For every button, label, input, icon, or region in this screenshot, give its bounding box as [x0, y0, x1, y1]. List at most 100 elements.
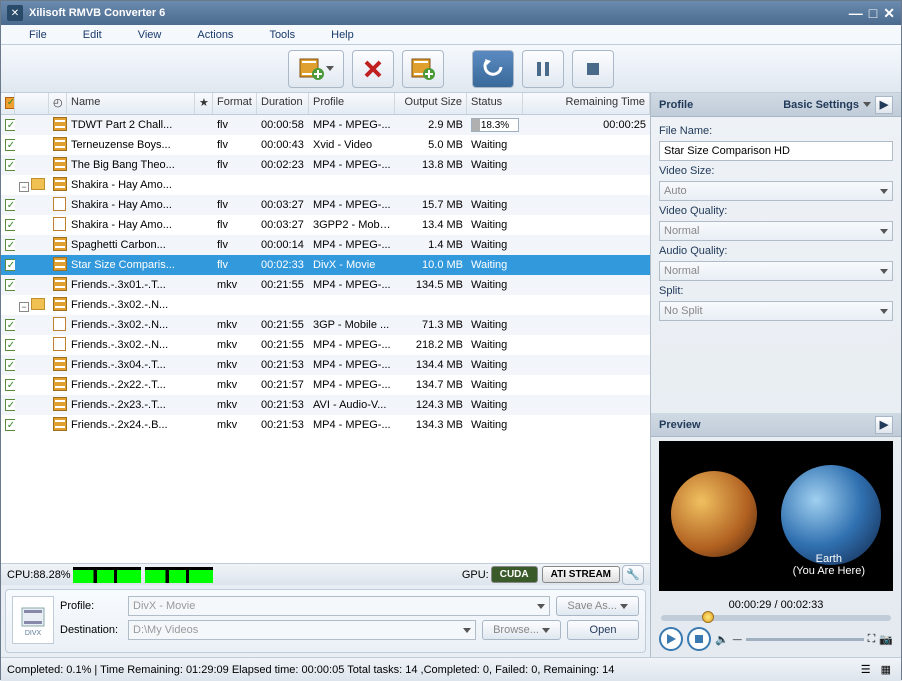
file-list-pane: ✓ ◴ Name ★ Format Duration Profile Outpu…: [1, 93, 651, 657]
minimize-icon[interactable]: —: [849, 5, 863, 22]
preview-toggle-icon[interactable]: ▶: [875, 416, 893, 434]
preview-header: Preview ▶: [651, 413, 901, 437]
profile-mode[interactable]: Basic Settings: [783, 99, 859, 111]
profile-title: Profile: [659, 99, 693, 111]
profile-combo[interactable]: DivX - Movie: [128, 596, 550, 616]
table-row[interactable]: ✓Shakira - Hay Amo...flv00:03:27MP4 - MP…: [1, 195, 650, 215]
table-row[interactable]: −Friends.-.3x02.-.N...: [1, 295, 650, 315]
table-row[interactable]: ✓Friends.-.2x23.-.T...mkv00:21:53AVI - A…: [1, 395, 650, 415]
menu-actions[interactable]: Actions: [179, 29, 251, 41]
table-row[interactable]: ✓Friends.-.2x22.-.T...mkv00:21:57MP4 - M…: [1, 375, 650, 395]
col-checkbox[interactable]: ✓: [1, 93, 15, 114]
list-view-icon[interactable]: ☰: [857, 663, 875, 676]
convert-button[interactable]: [472, 50, 514, 88]
split-label: Split:: [659, 285, 893, 297]
titlebar[interactable]: ✕ Xilisoft RMVB Converter 6 — □ ✕: [1, 1, 901, 25]
table-row[interactable]: ✓Shakira - Hay Amo...flv00:03:273GPP2 - …: [1, 215, 650, 235]
footer-text: Completed: 0.1% | Time Remaining: 01:29:…: [7, 664, 614, 676]
col-name[interactable]: Name: [67, 93, 195, 114]
cpu-spark-icon: [73, 567, 141, 583]
table-row[interactable]: −Shakira - Hay Amo...: [1, 175, 650, 195]
volume-slider[interactable]: [746, 638, 864, 641]
preview-title: Preview: [659, 419, 701, 431]
stop-preview-button[interactable]: [687, 627, 711, 651]
dest-label: Destination:: [60, 624, 122, 636]
videoquality-select[interactable]: Normal: [659, 221, 893, 241]
profile-toggle-icon[interactable]: ▶: [875, 96, 893, 114]
delete-button[interactable]: [352, 50, 394, 88]
table-row[interactable]: ✓Friends.-.3x04.-.T...mkv00:21:53MP4 - M…: [1, 355, 650, 375]
cuda-badge: CUDA: [491, 566, 538, 583]
close-icon[interactable]: ✕: [883, 5, 895, 22]
snapshot-icon[interactable]: ⛶: [868, 633, 876, 646]
chevron-down-icon: [326, 66, 334, 71]
add-file-button[interactable]: [288, 50, 344, 88]
table-row[interactable]: ✓Friends.-.2x24.-.B...mkv00:21:53MP4 - M…: [1, 415, 650, 435]
col-star[interactable]: ★: [195, 93, 213, 114]
open-button[interactable]: Open: [567, 620, 639, 640]
seek-slider[interactable]: [661, 615, 891, 621]
filename-input[interactable]: [659, 141, 893, 161]
cpu-value: 88.28%: [33, 569, 70, 581]
profile-header: Profile Basic Settings ▶: [651, 93, 901, 117]
pause-button[interactable]: [522, 50, 564, 88]
planet-earth-icon: [781, 465, 881, 565]
table-row[interactable]: ✓Friends.-.3x02.-.N...mkv00:21:553GP - M…: [1, 315, 650, 335]
wrench-icon[interactable]: 🔧: [622, 565, 644, 585]
stop-button[interactable]: [572, 50, 614, 88]
split-select[interactable]: No Split: [659, 301, 893, 321]
filename-label: File Name:: [659, 125, 893, 137]
table-row[interactable]: ✓Terneuzense Boys...flv00:00:43Xvid - Vi…: [1, 135, 650, 155]
earth-label: Earth(You Are Here): [793, 553, 865, 577]
footer: Completed: 0.1% | Time Remaining: 01:29:…: [1, 657, 901, 681]
grid-view-icon[interactable]: ▦: [877, 663, 895, 676]
grid-body[interactable]: ✓TDWT Part 2 Chall...flv00:00:58MP4 - MP…: [1, 115, 650, 563]
audioquality-label: Audio Quality:: [659, 245, 893, 257]
browse-button[interactable]: Browse...: [482, 620, 561, 640]
table-row[interactable]: ✓The Big Bang Theo...flv00:02:23MP4 - MP…: [1, 155, 650, 175]
table-row[interactable]: ✓Star Size Comparis...flv00:02:33DivX - …: [1, 255, 650, 275]
table-row[interactable]: ✓Friends.-.3x02.-.N...mkv00:21:55MP4 - M…: [1, 335, 650, 355]
ati-badge: ATI STREAM: [542, 566, 620, 583]
profile-label: Profile:: [60, 600, 122, 612]
preview-canvas: Earth(You Are Here): [659, 441, 893, 591]
volume-icon[interactable]: 🔈: [715, 633, 729, 646]
menu-view[interactable]: View: [120, 29, 180, 41]
gpu-label: GPU:: [462, 569, 489, 581]
camera-icon[interactable]: 📷: [879, 633, 893, 646]
grid-header: ✓ ◴ Name ★ Format Duration Profile Outpu…: [1, 93, 650, 115]
output-panel: DIVX Profile: DivX - Movie Save As... De…: [5, 589, 646, 653]
col-status[interactable]: Status: [467, 93, 523, 114]
dest-combo[interactable]: D:\My Videos: [128, 620, 476, 640]
col-output[interactable]: Output Size: [395, 93, 467, 114]
right-pane: Profile Basic Settings ▶ File Name: Vide…: [651, 93, 901, 657]
menu-help[interactable]: Help: [313, 29, 372, 41]
table-row[interactable]: ✓TDWT Part 2 Chall...flv00:00:58MP4 - MP…: [1, 115, 650, 135]
menu-edit[interactable]: Edit: [65, 29, 120, 41]
preview-time: 00:00:29 / 00:02:33: [651, 599, 901, 611]
toolbar: [1, 45, 901, 93]
add-profile-button[interactable]: [402, 50, 444, 88]
menu-file[interactable]: File: [11, 29, 65, 41]
menubar: File Edit View Actions Tools Help: [1, 25, 901, 45]
col-profile[interactable]: Profile: [309, 93, 395, 114]
col-remaining[interactable]: Remaining Time: [523, 93, 650, 114]
col-format[interactable]: Format: [213, 93, 257, 114]
app-logo-icon: ✕: [7, 5, 23, 21]
videosize-label: Video Size:: [659, 165, 893, 177]
planet-venus-icon: [671, 471, 757, 557]
profile-badge-icon: DIVX: [12, 596, 54, 644]
table-row[interactable]: ✓Spaghetti Carbon...flv00:00:14MP4 - MPE…: [1, 235, 650, 255]
save-as-button[interactable]: Save As...: [556, 596, 639, 616]
table-row[interactable]: ✓Friends.-.3x01.-.T...mkv00:21:55MP4 - M…: [1, 275, 650, 295]
play-button[interactable]: [659, 627, 683, 651]
window-title: Xilisoft RMVB Converter 6: [29, 7, 849, 19]
cpu-spark-icon-2: [145, 567, 213, 583]
videosize-select[interactable]: Auto: [659, 181, 893, 201]
videoquality-label: Video Quality:: [659, 205, 893, 217]
maximize-icon[interactable]: □: [869, 5, 877, 22]
col-duration[interactable]: Duration: [257, 93, 309, 114]
menu-tools[interactable]: Tools: [251, 29, 313, 41]
col-type-icon[interactable]: ◴: [49, 93, 67, 114]
audioquality-select[interactable]: Normal: [659, 261, 893, 281]
